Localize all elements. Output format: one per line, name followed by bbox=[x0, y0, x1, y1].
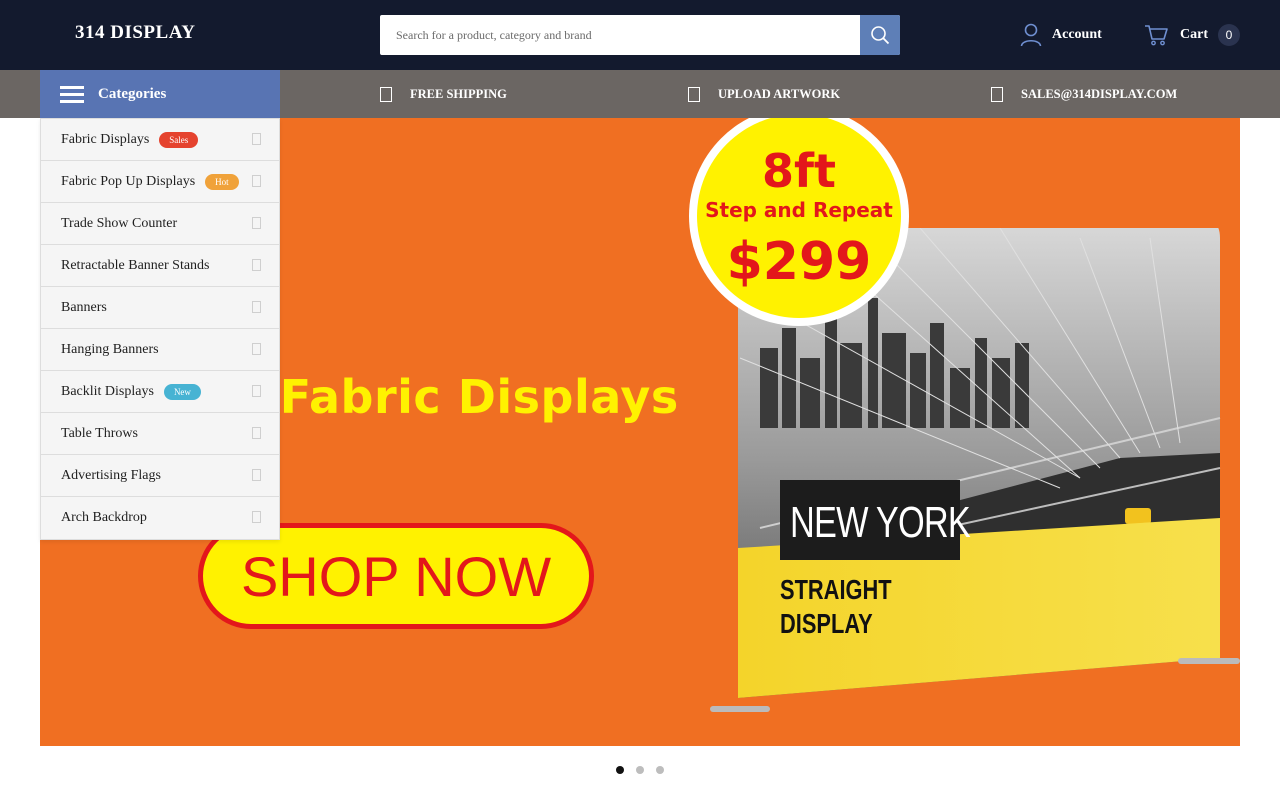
category-item-advertising-flags[interactable]: Advertising Flags bbox=[41, 455, 279, 497]
shipping-icon bbox=[380, 86, 392, 102]
nav-item-label: FREE SHIPPING bbox=[410, 86, 507, 101]
slider-dots bbox=[0, 766, 1280, 778]
chevron-right-icon bbox=[252, 469, 261, 481]
category-label: Fabric Displays bbox=[61, 131, 150, 147]
cart-count-badge: 0 bbox=[1218, 24, 1240, 46]
badge-product: Step and Repeat bbox=[705, 198, 893, 222]
hot-tag: Hot bbox=[205, 173, 239, 190]
category-item-arch-backdrop[interactable]: Arch Backdrop bbox=[41, 497, 279, 539]
nav-free-shipping[interactable]: FREE SHIPPING bbox=[380, 70, 507, 118]
new-tag: New bbox=[163, 383, 201, 400]
categories-button[interactable]: Categories bbox=[40, 70, 280, 118]
search-button[interactable] bbox=[860, 15, 900, 55]
slider-dot-2[interactable] bbox=[636, 766, 644, 774]
category-label: Retractable Banner Stands bbox=[61, 257, 210, 273]
slider-dot-3[interactable] bbox=[656, 766, 664, 774]
category-label: Backlit Displays bbox=[61, 383, 154, 399]
chevron-right-icon bbox=[252, 385, 261, 397]
display-line-1: NEW YORK bbox=[790, 498, 971, 547]
nav-bar: Categories FREE SHIPPING UPLOAD ARTWORK … bbox=[0, 70, 1280, 118]
category-label: Fabric Pop Up Displays bbox=[61, 173, 196, 189]
email-icon bbox=[991, 86, 1003, 102]
nav-sales-email[interactable]: SALES@314DISPLAY.COM bbox=[991, 70, 1177, 118]
price-badge-inner: 8ft Step and Repeat $299 bbox=[697, 118, 901, 318]
category-label: Arch Backdrop bbox=[61, 510, 147, 525]
category-label: Advertising Flags bbox=[61, 467, 161, 483]
badge-price: $299 bbox=[726, 232, 872, 292]
chevron-right-icon bbox=[252, 301, 261, 313]
category-item-trade-show-counter[interactable]: Trade Show Counter bbox=[41, 203, 279, 245]
category-item-banners[interactable]: Banners bbox=[41, 287, 279, 329]
category-item-fabric-displays[interactable]: Fabric Displays Sales bbox=[41, 119, 279, 161]
category-label: Table Throws bbox=[61, 425, 138, 441]
categories-label: Categories bbox=[98, 85, 167, 102]
sales-tag: Sales bbox=[159, 131, 199, 148]
chevron-right-icon bbox=[252, 343, 261, 355]
categories-menu: Fabric Displays Sales Fabric Pop Up Disp… bbox=[40, 118, 280, 540]
account-label: Account bbox=[1052, 27, 1102, 42]
category-label: Trade Show Counter bbox=[61, 215, 178, 231]
chevron-right-icon bbox=[252, 511, 261, 523]
search-input[interactable] bbox=[380, 15, 860, 55]
user-icon bbox=[1020, 23, 1042, 47]
slider-dot-1[interactable] bbox=[616, 766, 624, 774]
hero-title: n Fabric Displays bbox=[230, 370, 679, 424]
category-item-backlit-displays[interactable]: Backlit Displays New bbox=[41, 371, 279, 413]
chevron-right-icon bbox=[252, 427, 261, 439]
hamburger-icon bbox=[60, 86, 84, 103]
search-bar bbox=[380, 15, 900, 55]
cart-label: Cart bbox=[1180, 27, 1208, 42]
nav-upload-artwork[interactable]: UPLOAD ARTWORK bbox=[688, 70, 840, 118]
chevron-right-icon bbox=[252, 175, 261, 187]
category-label: Hanging Banners bbox=[61, 341, 159, 357]
category-item-fabric-pop-up[interactable]: Fabric Pop Up Displays Hot bbox=[41, 161, 279, 203]
display-line-2-text: STRAIGHT bbox=[780, 574, 892, 605]
category-label: Banners bbox=[61, 299, 107, 315]
display-line-3-text: DISPLAY bbox=[780, 608, 873, 639]
nav-item-label: UPLOAD ARTWORK bbox=[718, 86, 841, 101]
upload-icon bbox=[688, 86, 700, 102]
top-header: 314 DISPLAY Account Cart 0 bbox=[0, 0, 1280, 70]
display-line-2: STRAIGHT DISPLAY bbox=[780, 573, 892, 641]
category-item-hanging-banners[interactable]: Hanging Banners bbox=[41, 329, 279, 371]
site-logo[interactable]: 314 DISPLAY bbox=[75, 22, 195, 44]
chevron-right-icon bbox=[252, 217, 261, 229]
chevron-right-icon bbox=[252, 133, 261, 145]
cart-icon bbox=[1145, 25, 1168, 46]
chevron-right-icon bbox=[252, 259, 261, 271]
category-item-retractable-banner-stands[interactable]: Retractable Banner Stands bbox=[41, 245, 279, 287]
badge-size: 8ft bbox=[761, 144, 836, 198]
nav-item-label: SALES@314DISPLAY.COM bbox=[1021, 86, 1178, 101]
cart-link[interactable]: Cart 0 bbox=[1144, 22, 1240, 48]
search-icon bbox=[871, 26, 890, 45]
category-item-table-throws[interactable]: Table Throws bbox=[41, 413, 279, 455]
account-link[interactable]: Account bbox=[1020, 22, 1102, 48]
